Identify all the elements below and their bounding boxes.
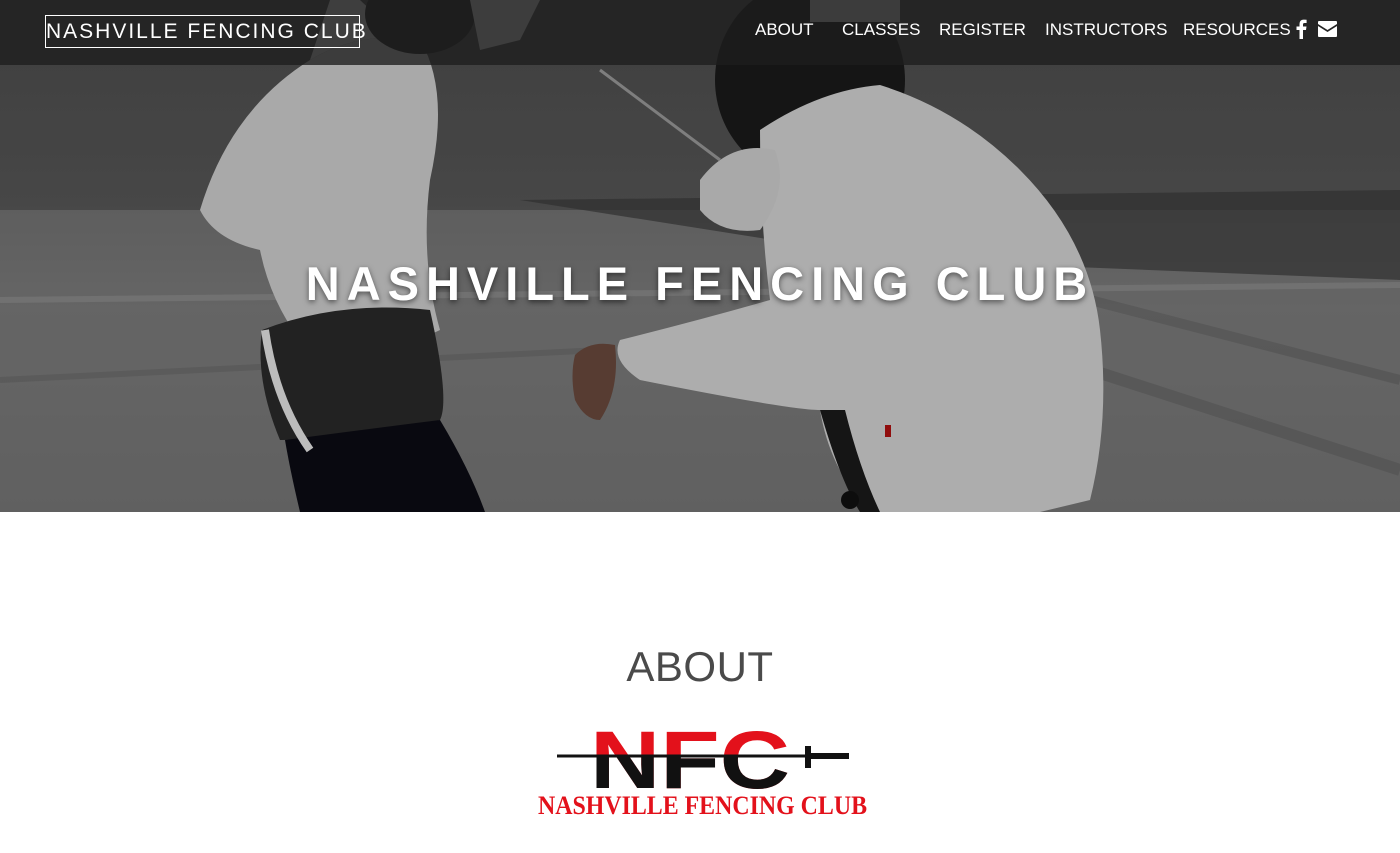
navbar: NASHVILLE FENCING CLUB ABOUT CLASSES REG… bbox=[0, 0, 1400, 65]
hero-title: NASHVILLE FENCING CLUB bbox=[305, 257, 1095, 310]
nfc-logo: NFC NFC NASHVILLE FENCING CLUB bbox=[535, 718, 870, 823]
nav-link-about[interactable]: ABOUT bbox=[755, 20, 814, 40]
nav-link-resources[interactable]: RESOURCES bbox=[1183, 20, 1291, 40]
nav-link-register[interactable]: REGISTER bbox=[939, 20, 1026, 40]
brand-logo-link[interactable]: NASHVILLE FENCING CLUB bbox=[45, 15, 366, 48]
about-heading: ABOUT bbox=[626, 643, 774, 690]
facebook-icon[interactable] bbox=[1295, 19, 1307, 44]
envelope-icon[interactable] bbox=[1318, 21, 1337, 42]
nav-link-classes[interactable]: CLASSES bbox=[842, 20, 920, 40]
svg-text:NASHVILLE FENCING CLUB: NASHVILLE FENCING CLUB bbox=[538, 791, 867, 820]
hero-section: NASHVILLE FENCING CLUB bbox=[0, 0, 1400, 512]
nav-link-instructors[interactable]: INSTRUCTORS bbox=[1045, 20, 1167, 40]
